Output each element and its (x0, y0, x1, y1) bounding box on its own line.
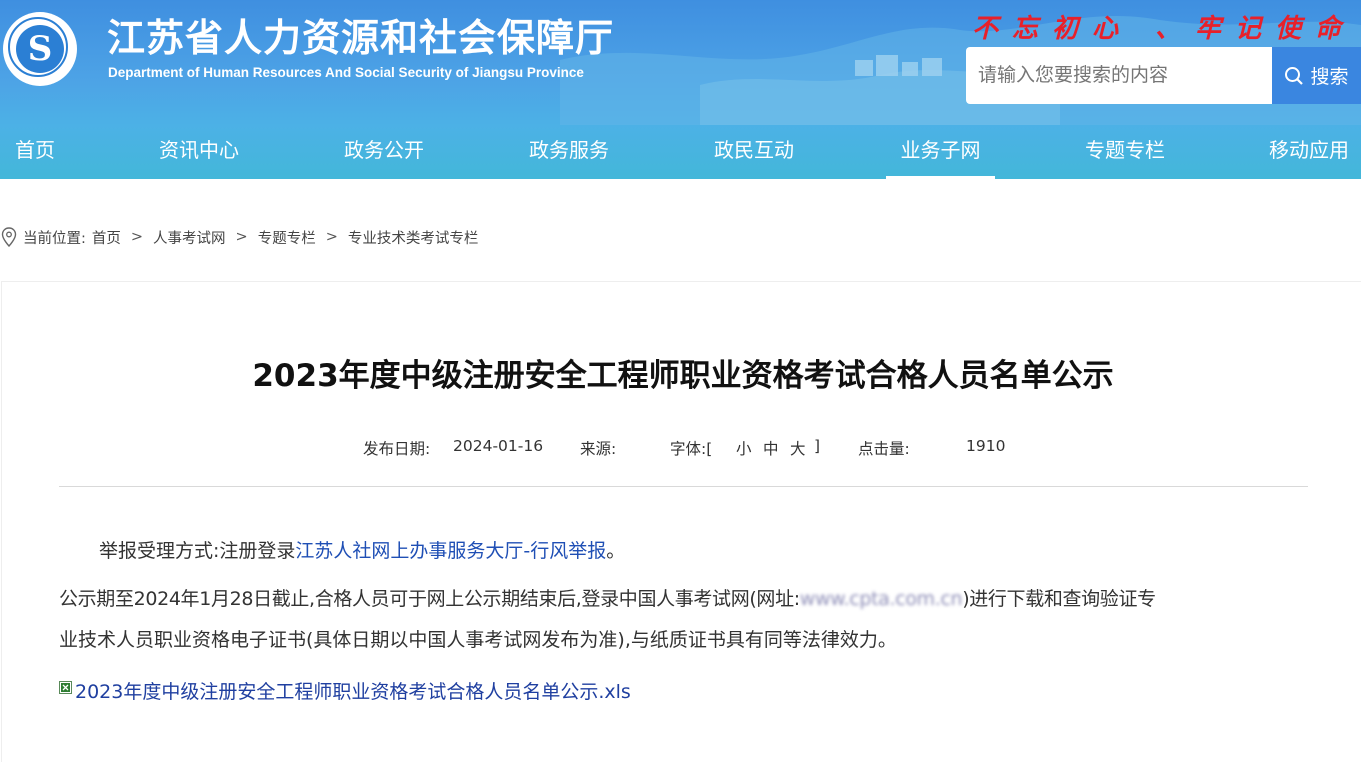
views-count: 1910 (966, 437, 1006, 455)
search-input[interactable] (966, 47, 1272, 104)
report-link[interactable]: 江苏人社网上办事服务大厅-行风举报 (295, 540, 606, 562)
views-label: 点击量: (858, 440, 910, 458)
breadcrumb-topics[interactable]: 专题专栏 (258, 227, 316, 248)
breadcrumb-separator: > (325, 229, 338, 245)
notice-text-start: 公示期至2024年1月28日截止,合格人员可于网上公示期结束后,登录中国人事考试… (59, 588, 800, 610)
article-title: 2023年度中级注册安全工程师职业资格考试合格人员名单公示 (252, 358, 1114, 394)
nav-item-topics[interactable]: 专题专栏 (1085, 124, 1165, 179)
breadcrumb-professional-exams[interactable]: 专业技术类考试专栏 (348, 227, 479, 248)
breadcrumb-exam-net[interactable]: 人事考试网 (153, 227, 226, 248)
logo-emblem-icon: S (16, 25, 64, 73)
nav-item-gov-info[interactable]: 政务公开 (344, 124, 424, 179)
breadcrumb-separator: > (235, 229, 248, 245)
report-prefix: 举报受理方式:注册登录 (99, 540, 296, 562)
publish-date-label: 发布日期: (363, 440, 431, 458)
publish-date: 2024-01-16 (453, 437, 544, 455)
source-label: 来源: (580, 440, 617, 458)
breadcrumb-prefix: 当前位置: (23, 230, 86, 247)
search-icon (1285, 66, 1304, 85)
font-size-large[interactable]: 大 (790, 437, 806, 459)
slogan: 不忘初心 、牢记使命 (972, 14, 1356, 44)
cpta-url: www.cpta.com.cn (799, 588, 963, 610)
font-size-medium[interactable]: 中 (763, 437, 779, 459)
notice-line-1: 公示期至2024年1月28日截止,合格人员可于网上公示期结束后,登录中国人事考试… (59, 584, 1156, 611)
title-divider (59, 486, 1308, 487)
nav-item-news[interactable]: 资讯中心 (159, 124, 239, 179)
location-pin-icon (1, 227, 17, 247)
attachment-link[interactable]: 2023年度中级注册安全工程师职业资格考试合格人员名单公示.xls (75, 677, 631, 704)
font-size-small[interactable]: 小 (736, 437, 752, 459)
nav-item-business-subnet[interactable]: 业务子网 (886, 124, 995, 179)
breadcrumb-home[interactable]: 首页 (92, 227, 121, 248)
report-suffix: 。 (606, 540, 626, 562)
search-button[interactable]: 搜索 (1272, 47, 1361, 104)
nav-item-mobile[interactable]: 移动应用 (1269, 124, 1349, 179)
department-logo[interactable]: S (3, 12, 77, 86)
font-size-label: 字体:[ (670, 440, 713, 458)
nav-item-home[interactable]: 首页 (15, 124, 55, 179)
breadcrumb-separator: > (130, 229, 144, 245)
report-paragraph: 举报受理方式:注册登录江苏人社网上办事服务大厅-行风举报。 (99, 536, 625, 563)
notice-line-2: 业技术人员职业资格电子证书(具体日期以中国人事考试网发布为准),与纸质证书具有同… (59, 629, 897, 651)
nav-item-interaction[interactable]: 政民互动 (714, 124, 794, 179)
breadcrumb: 当前位置: 首页 > 人事考试网 > 专题专栏 > 专业技术类考试专栏 (0, 226, 478, 248)
excel-file-icon (59, 681, 72, 694)
search-button-label: 搜索 (1310, 66, 1349, 88)
site-title-en: Department of Human Resources And Social… (108, 65, 584, 80)
site-title-cn[interactable]: 江苏省人力资源和社会保障厅 (107, 7, 614, 62)
notice-text-end: )进行下载和查询验证专 (962, 588, 1156, 610)
nav-item-gov-service[interactable]: 政务服务 (529, 124, 609, 179)
main-nav: 首页 资讯中心 政务公开 政务服务 政民互动 业务子网 专题专栏 移动应用 (0, 124, 1361, 179)
site-header: S 江苏省人力资源和社会保障厅 Department of Human Reso… (0, 0, 1361, 179)
font-size-close: ] (814, 437, 821, 455)
